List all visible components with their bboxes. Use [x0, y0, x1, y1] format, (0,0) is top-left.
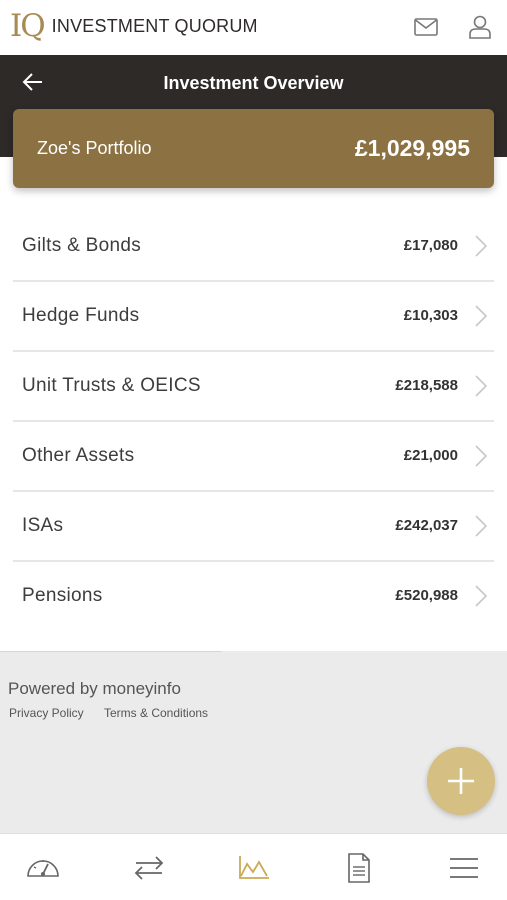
brand-logo[interactable]: IQ INVESTMENT QUORUM — [10, 9, 258, 43]
list-item-value: £242,037 — [395, 517, 458, 534]
list-item-value: £520,988 — [395, 587, 458, 604]
divider — [0, 651, 222, 652]
list-item-hedge-funds[interactable]: Hedge Funds £10,303 — [13, 282, 494, 352]
chart-icon[interactable] — [236, 852, 272, 884]
portfolio-total: £1,029,995 — [354, 135, 470, 161]
add-button[interactable] — [427, 747, 495, 815]
chevron-right-icon — [475, 585, 488, 607]
dashboard-gauge-icon[interactable] — [25, 852, 61, 884]
list-item-label: Unit Trusts & OEICS — [22, 375, 201, 396]
footer: Powered by moneyinfo Privacy Policy Term… — [0, 651, 507, 833]
portfolio-name: Zoe's Portfolio — [37, 138, 152, 158]
logo-mark: IQ — [10, 8, 46, 44]
list-item-label: Gilts & Bonds — [22, 235, 142, 256]
app-header: IQ INVESTMENT QUORUM — [0, 0, 507, 55]
logo-text: INVESTMENT QUORUM — [51, 15, 258, 36]
chevron-right-icon — [475, 445, 488, 467]
list-item-label: Other Assets — [22, 445, 135, 466]
list-item-unit-trusts[interactable]: Unit Trusts & OEICS £218,588 — [13, 352, 494, 422]
menu-icon[interactable] — [446, 852, 482, 884]
list-item-value: £10,303 — [403, 307, 458, 324]
mail-icon[interactable] — [413, 14, 439, 40]
document-icon[interactable] — [341, 852, 377, 884]
list-item-value: £17,080 — [403, 237, 458, 254]
list-item-label: ISAs — [22, 515, 64, 536]
list-item-label: Pensions — [22, 585, 103, 606]
list-item-value: £218,588 — [395, 377, 458, 394]
user-icon[interactable] — [467, 14, 493, 40]
list-item-label: Hedge Funds — [22, 305, 140, 326]
chevron-right-icon — [475, 515, 488, 537]
list-item-other-assets[interactable]: Other Assets £21,000 — [13, 422, 494, 492]
chevron-right-icon — [475, 305, 488, 327]
page-title: Investment Overview — [163, 73, 344, 93]
list-item-gilts-bonds[interactable]: Gilts & Bonds £17,080 — [13, 212, 494, 282]
portfolio-card[interactable]: Zoe's Portfolio £1,029,995 — [13, 109, 494, 188]
list-item-isas[interactable]: ISAs £242,037 — [13, 492, 494, 562]
privacy-policy-link[interactable]: Privacy Policy — [9, 706, 84, 720]
holdings-list: Gilts & Bonds £17,080 Hedge Funds £10,30… — [13, 212, 494, 632]
transfer-arrows-icon[interactable] — [131, 852, 167, 884]
chevron-right-icon — [475, 375, 488, 397]
list-item-value: £21,000 — [403, 447, 458, 464]
chevron-right-icon — [475, 235, 488, 257]
terms-link[interactable]: Terms & Conditions — [104, 706, 208, 720]
list-item-pensions[interactable]: Pensions £520,988 — [13, 562, 494, 632]
plus-icon — [448, 768, 474, 794]
bottom-nav — [0, 833, 507, 900]
powered-by-text: Powered by moneyinfo — [8, 679, 181, 698]
